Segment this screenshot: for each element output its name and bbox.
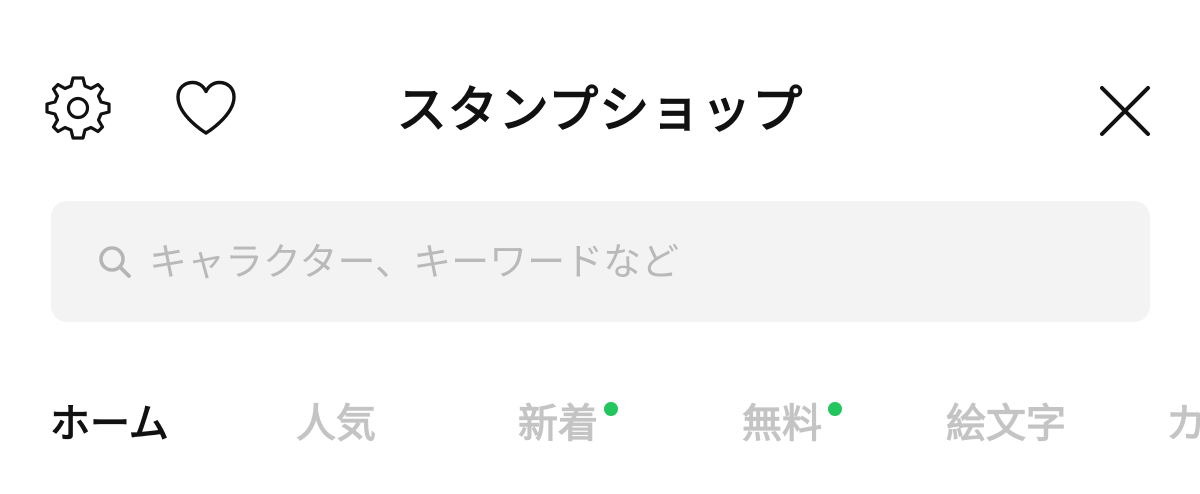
heart-icon <box>176 80 236 135</box>
tab-label: 新着 <box>518 401 598 447</box>
tab-label: ホーム <box>50 401 169 447</box>
close-button[interactable] <box>1090 80 1160 142</box>
tab-home[interactable]: ホーム <box>50 398 169 450</box>
search-input[interactable] <box>149 221 1150 302</box>
search-bar[interactable] <box>51 201 1150 322</box>
gear-icon <box>45 76 111 140</box>
settings-button[interactable] <box>40 70 116 146</box>
tab-label: 人気 <box>296 401 376 447</box>
new-indicator-dot <box>604 402 618 416</box>
category-tabs: ホーム 人気 新着 無料 絵文字 カ <box>0 380 1200 470</box>
tab-label: カ <box>1166 401 1200 447</box>
tab-label: 絵文字 <box>946 401 1066 447</box>
close-icon <box>1100 86 1150 136</box>
tab-emoji[interactable]: 絵文字 <box>946 398 1066 450</box>
favorite-button[interactable] <box>168 72 244 144</box>
tab-popular[interactable]: 人気 <box>296 398 376 450</box>
tab-new[interactable]: 新着 <box>518 398 618 450</box>
tab-free[interactable]: 無料 <box>742 398 842 450</box>
page-title: スタンプショップ <box>396 81 804 139</box>
search-icon <box>95 242 135 282</box>
tab-label: 無料 <box>742 401 822 447</box>
tab-partial[interactable]: カ <box>1166 398 1200 450</box>
new-indicator-dot <box>828 402 842 416</box>
header: スタンプショップ <box>0 0 1200 200</box>
